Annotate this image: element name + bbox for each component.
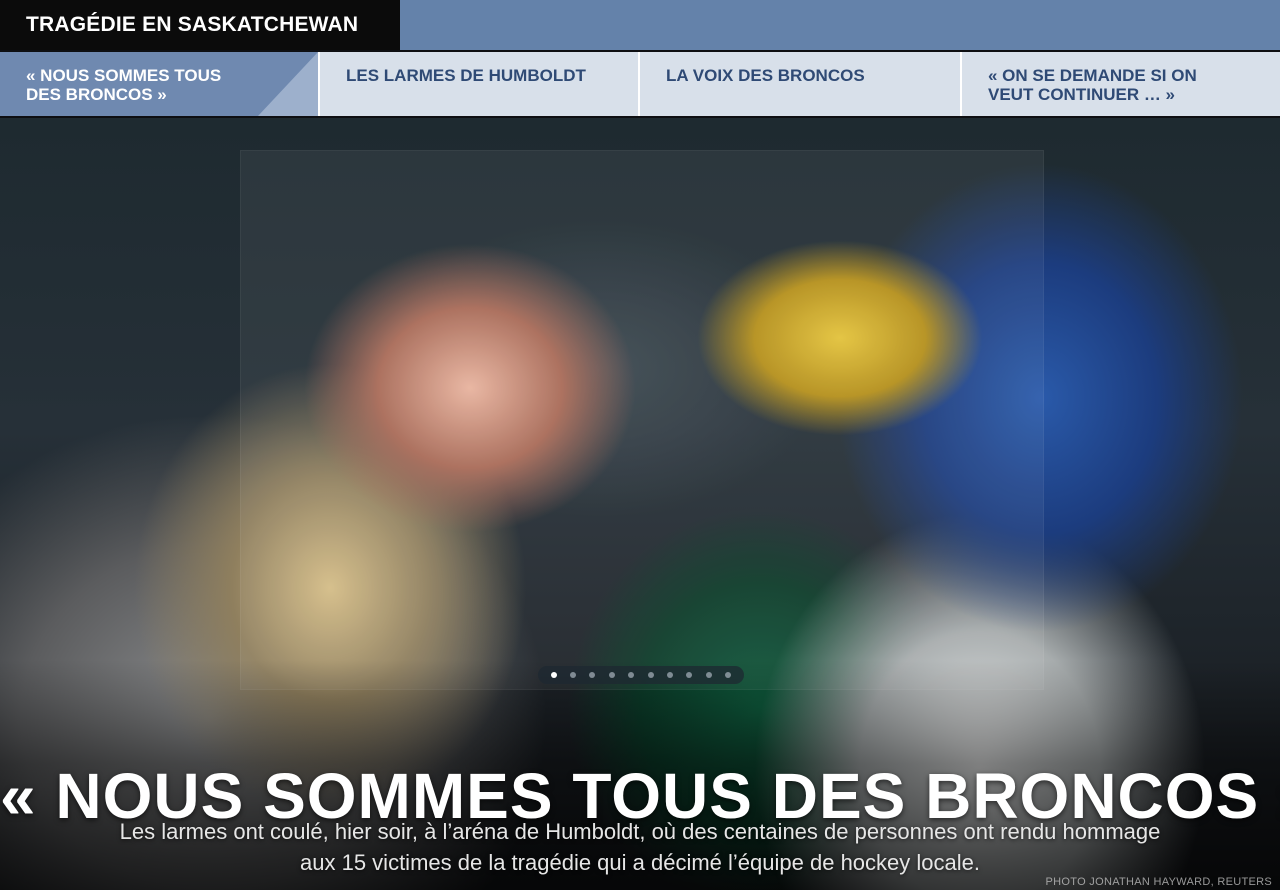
carousel-dot[interactable] [647,672,654,678]
deck-text: Les larmes ont coulé, hier soir, à l’aré… [119,819,1161,875]
hero-photo: « NOUS SOMMES TOUS DES BRONCOS » Les lar… [0,118,1280,890]
carousel-dot[interactable] [550,672,557,678]
carousel-dot[interactable] [725,672,732,678]
carousel-dot[interactable] [705,672,712,678]
carousel-dot[interactable] [628,672,635,678]
photo-focus-frame [240,150,1044,690]
tab-label: « NOUS SOMMES TOUS DES BRONCOS » [26,66,222,104]
tab-on-se-demande[interactable]: « ON SE DEMANDE SI ON VEUT CONTINUER … » [962,52,1280,116]
tab-les-larmes-de-humboldt[interactable]: LES LARMES DE HUMBOLDT [320,52,638,116]
tab-label: LA VOIX DES BRONCOS [666,66,865,85]
carousel-dots [538,666,744,684]
carousel-dot[interactable] [686,672,693,678]
tab-la-voix-des-broncos[interactable]: LA VOIX DES BRONCOS [640,52,960,116]
tab-label: LES LARMES DE HUMBOLDT [346,66,586,85]
tab-label: « ON SE DEMANDE SI ON VEUT CONTINUER … » [988,66,1197,104]
photo-credit: PHOTO JONATHAN HAYWARD, REUTERS [1045,876,1272,888]
carousel-dot[interactable] [667,672,674,678]
carousel-dot[interactable] [589,672,596,678]
carousel-dot[interactable] [608,672,615,678]
section-title: TRAGÉDIE EN SASKATCHEWAN [0,0,400,50]
tab-nous-sommes-tous-des-broncos[interactable]: « NOUS SOMMES TOUS DES BRONCOS » [0,52,318,116]
carousel-dot[interactable] [570,672,577,678]
story-tabs: « NOUS SOMMES TOUS DES BRONCOS » LES LAR… [0,52,1280,116]
active-tab-wedge [258,52,318,116]
